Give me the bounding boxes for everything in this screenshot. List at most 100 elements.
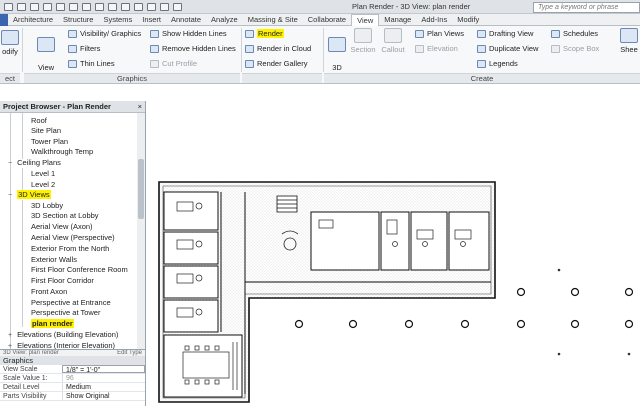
duplicate-view-button[interactable]: Duplicate View — [477, 44, 538, 53]
sheet-icon — [620, 28, 638, 43]
print-icon[interactable] — [69, 3, 78, 11]
tab-massing-site[interactable]: Massing & Site — [243, 14, 303, 26]
visibility-graphics-button[interactable]: Visibility/ Graphics — [68, 29, 141, 38]
office-room — [163, 231, 219, 265]
office-room — [163, 299, 219, 333]
detail-level-field[interactable]: Medium — [62, 383, 145, 391]
edit-type-button[interactable]: Edit Type — [117, 350, 145, 356]
tree-item-conference-room[interactable]: First Floor Conference Room — [31, 265, 128, 274]
collapse-icon[interactable]: − — [8, 192, 15, 199]
text-icon[interactable] — [108, 3, 117, 11]
close-icon[interactable]: × — [138, 101, 142, 113]
view-scale-field[interactable]: 1/8" = 1'-0" — [62, 365, 145, 374]
thin-lines-icon[interactable] — [147, 3, 156, 11]
tree-item-aerial-axon[interactable]: Aerial View (Axon) — [31, 222, 93, 231]
close-hidden-icon[interactable] — [160, 3, 169, 11]
tree-item-corridor[interactable]: First Floor Corridor — [31, 276, 94, 285]
tab-structure[interactable]: Structure — [58, 14, 98, 26]
tab-analyze[interactable]: Analyze — [206, 14, 243, 26]
tree-group-ceiling-plans[interactable]: − Ceiling Plans — [8, 158, 61, 167]
duplicate-view-icon — [477, 44, 486, 53]
tree-item-plan-render[interactable]: plan render — [31, 319, 74, 328]
tree-item-walkthrough-temp[interactable]: Walkthrough Temp — [31, 147, 93, 156]
sync-icon[interactable] — [30, 3, 39, 11]
tree-item-perspective-tower[interactable]: Perspective at Tower — [31, 308, 100, 317]
tab-add-ins[interactable]: Add-Ins — [416, 14, 452, 26]
drawing-canvas[interactable] — [147, 84, 640, 406]
ribbon-tabs: Architecture Structure Systems Insert An… — [0, 14, 640, 27]
tree-group-3d-views[interactable]: − 3D Views — [8, 190, 51, 199]
tree-item-aerial-perspective[interactable]: Aerial View (Perspective) — [31, 233, 115, 242]
render-gallery-button[interactable]: Render Gallery — [245, 59, 307, 68]
properties-panel: 3D View: plan render Edit Type Graphics … — [0, 349, 146, 406]
cut-profile-button[interactable]: Cut Profile — [150, 59, 197, 68]
scrollbar-thumb[interactable] — [138, 159, 144, 219]
remove-hidden-lines-button[interactable]: Remove Hidden Lines — [150, 44, 236, 53]
tree-item-3d-section-lobby[interactable]: 3D Section at Lobby — [31, 211, 99, 220]
callout-button[interactable]: Callout — [380, 28, 406, 54]
undo-icon[interactable] — [43, 3, 52, 11]
tab-systems[interactable]: Systems — [98, 14, 137, 26]
presentation-group-label — [242, 73, 322, 83]
tree-item-perspective-entrance[interactable]: Perspective at Entrance — [31, 298, 111, 307]
tree-group-building-elevations[interactable]: + Elevations (Building Elevation) — [8, 330, 118, 339]
legends-button[interactable]: Legends — [477, 59, 518, 68]
tree-group-interior-elevations[interactable]: + Elevations (Interior Elevation) — [8, 341, 115, 349]
schedules-button[interactable]: Schedules — [551, 29, 598, 38]
search-input[interactable]: Type a keyword or phrase — [533, 2, 640, 13]
sheet-button[interactable]: Shee — [618, 28, 640, 54]
vertical-scrollbar[interactable] — [137, 113, 145, 349]
tree-item-roof[interactable]: Roof — [31, 116, 47, 125]
house-3d-icon — [328, 37, 346, 52]
save-icon[interactable] — [17, 3, 26, 11]
show-hidden-lines-button[interactable]: Show Hidden Lines — [150, 29, 227, 38]
drafting-view-button[interactable]: Drafting View — [477, 29, 533, 38]
collapse-icon[interactable]: − — [8, 160, 15, 167]
plan-views-button[interactable]: Plan Views — [415, 29, 464, 38]
tab-insert[interactable]: Insert — [137, 14, 166, 26]
switch-windows-icon[interactable] — [173, 3, 182, 11]
tree-item-exterior-walls[interactable]: Exterior Walls — [31, 255, 77, 264]
tab-manage[interactable]: Manage — [379, 14, 416, 26]
tab-file[interactable] — [0, 14, 8, 26]
tree-item-tower-plan[interactable]: Tower Plan — [31, 137, 68, 146]
office-room — [163, 265, 219, 299]
title-bar: Plan Render - 3D View: plan render Type … — [0, 0, 640, 14]
tab-collaborate[interactable]: Collaborate — [303, 14, 351, 26]
redo-icon[interactable] — [56, 3, 65, 11]
parts-visibility-field[interactable]: Show Original — [62, 392, 145, 400]
render-button[interactable]: Render — [245, 29, 284, 38]
section-button[interactable]: Section — [350, 28, 376, 54]
gallery-icon — [245, 59, 254, 68]
tab-annotate[interactable]: Annotate — [166, 14, 206, 26]
modify-button[interactable]: odify — [0, 30, 20, 56]
open-icon[interactable] — [4, 3, 13, 11]
tree-item-front-axon[interactable]: Front Axon — [31, 287, 67, 296]
scope-box-button[interactable]: Scope Box — [551, 44, 599, 53]
drafting-view-label: Drafting View — [489, 29, 534, 38]
thin-lines-button[interactable]: Thin Lines — [68, 59, 115, 68]
property-key: Detail Level — [3, 384, 40, 391]
tab-architecture[interactable]: Architecture — [8, 14, 58, 26]
tree-item-exterior-north[interactable]: Exterior From the North — [31, 244, 109, 253]
measure-icon[interactable] — [82, 3, 91, 11]
tab-modify[interactable]: Modify — [452, 14, 484, 26]
separator — [22, 28, 23, 72]
elevation-button[interactable]: Elevation — [415, 44, 458, 53]
filters-button[interactable]: Filters — [68, 44, 100, 53]
tree-guide — [22, 200, 23, 327]
properties-section-graphics[interactable]: Graphics — [0, 356, 145, 365]
dimension-icon[interactable] — [95, 3, 104, 11]
tree-item-3d-lobby[interactable]: 3D Lobby — [31, 201, 63, 210]
plan-views-icon — [415, 29, 424, 38]
tree-item-level-1[interactable]: Level 1 — [31, 169, 55, 178]
render-in-cloud-button[interactable]: Render in Cloud — [245, 44, 311, 53]
tree-item-site-plan[interactable]: Site Plan — [31, 126, 61, 135]
modify-label: odify — [2, 47, 18, 56]
tree-item-level-2[interactable]: Level 2 — [31, 180, 55, 189]
default-3d-icon[interactable] — [121, 3, 130, 11]
show-hidden-lines-label: Show Hidden Lines — [162, 29, 227, 38]
expand-icon[interactable]: + — [8, 332, 15, 339]
select-group-label[interactable]: ect — [0, 73, 20, 83]
section-icon[interactable] — [134, 3, 143, 11]
